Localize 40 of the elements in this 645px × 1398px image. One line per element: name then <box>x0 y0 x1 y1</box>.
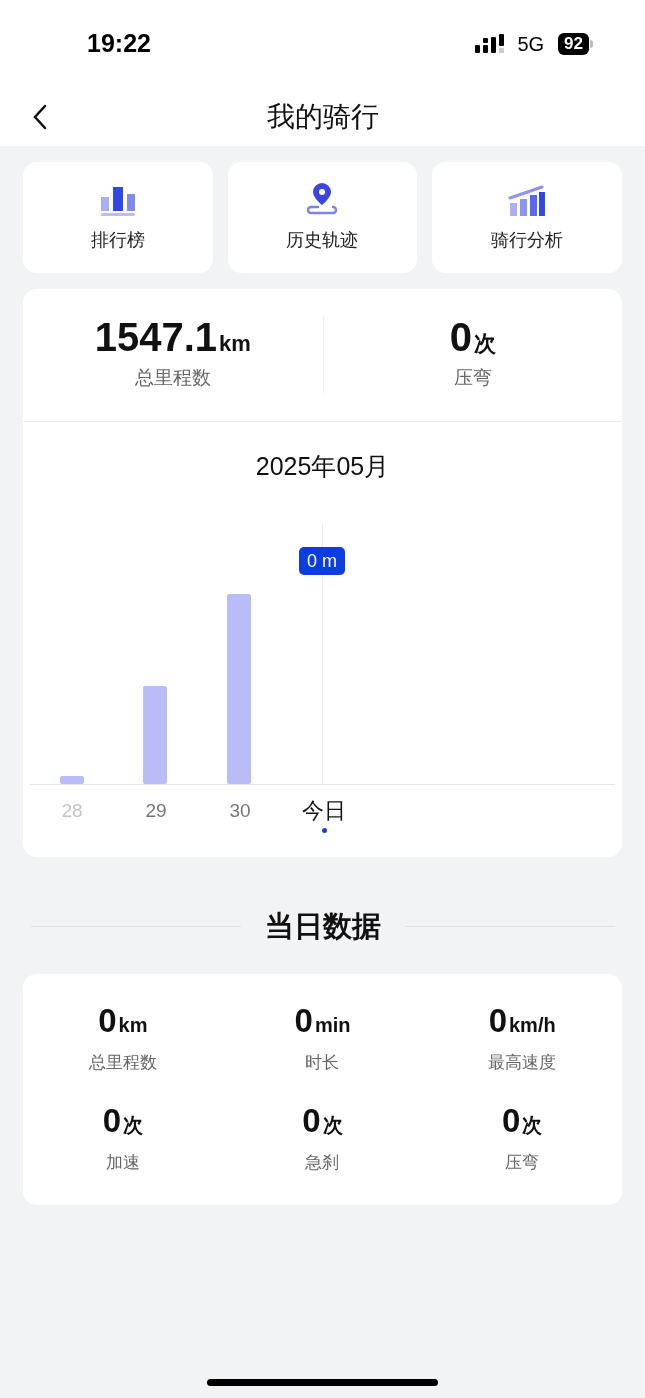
stat-value: 0 <box>294 1004 313 1037</box>
bar-chart-icon <box>99 185 136 217</box>
stat-unit: km/h <box>509 1013 556 1038</box>
section-title: 当日数据 <box>264 908 381 944</box>
stat-value: 0 <box>502 1103 521 1137</box>
shortcut-card[interactable]: 排行榜 <box>23 162 213 273</box>
stat-unit: 次 <box>522 1112 543 1138</box>
stat-label: 急刹 <box>305 1151 340 1174</box>
network-label: 5G <box>517 32 545 57</box>
stat-value: 1547.1 <box>94 317 217 358</box>
shortcut-card[interactable]: 历史轨迹 <box>227 162 418 273</box>
stat-label: 压弯 <box>505 1151 540 1174</box>
stat-value: 0 <box>488 1004 507 1037</box>
stat-label: 时长 <box>305 1052 340 1074</box>
stat-unit: 次 <box>322 1112 343 1138</box>
stat-value: 0 <box>102 1103 121 1137</box>
day-label[interactable]: 今日 <box>302 795 346 826</box>
back-icon[interactable] <box>32 104 48 130</box>
stat-value: 0 <box>449 317 472 358</box>
stat-value: 0 <box>302 1103 321 1137</box>
stat-unit: km <box>219 330 251 359</box>
stat-label: 最高速度 <box>488 1052 557 1074</box>
day-label[interactable]: 30 <box>229 795 251 826</box>
day-label[interactable]: 29 <box>145 795 167 826</box>
rising-bars-icon <box>508 185 547 217</box>
stat-unit: min <box>314 1013 351 1038</box>
stat-unit: 次 <box>473 330 496 359</box>
month-label: 2025年05月 <box>255 451 390 482</box>
stat-unit: 次 <box>123 1112 143 1138</box>
value-tooltip: 0 m <box>299 546 345 575</box>
shortcut-card[interactable]: 骑行分析 <box>432 162 622 273</box>
stat-label: 压弯 <box>453 366 492 391</box>
page-title: 我的骑行 <box>266 100 379 134</box>
chart-bar <box>60 775 84 784</box>
stat-label: 总里程数 <box>134 366 211 391</box>
stat-unit: km <box>118 1013 148 1038</box>
stat-label: 加速 <box>105 1151 140 1174</box>
stat-value: 0 <box>98 1004 117 1037</box>
stat-label: 总里程数 <box>88 1052 157 1074</box>
status-time: 19:22 <box>87 28 151 60</box>
